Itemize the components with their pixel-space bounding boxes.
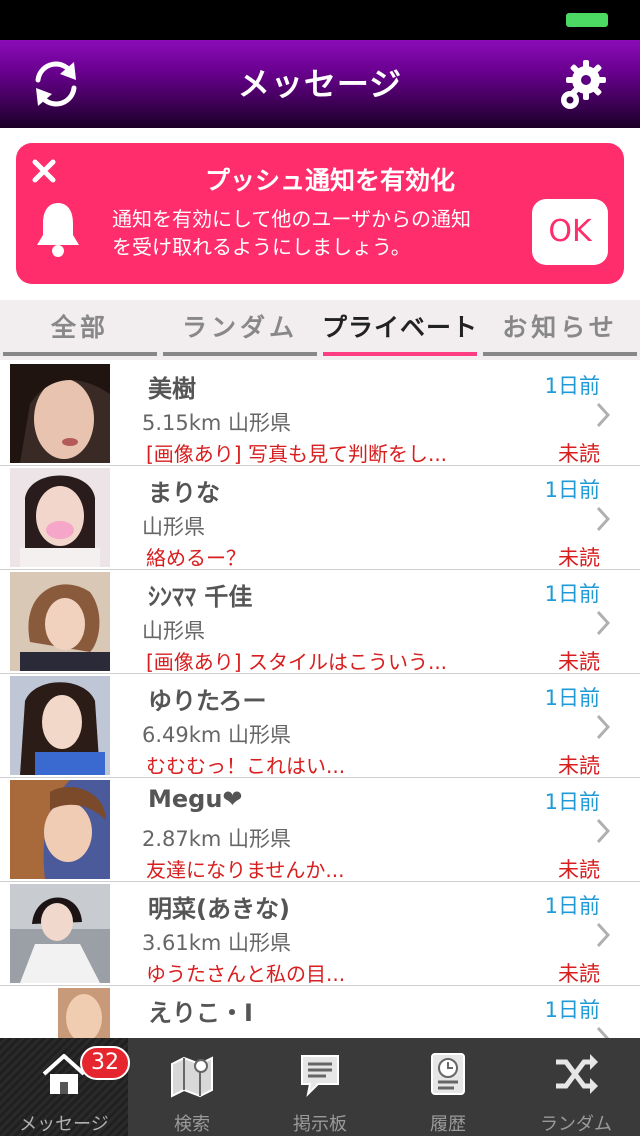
chevron-right-icon [596,714,610,740]
tab-all[interactable]: 全部 [0,300,160,360]
tab-label: 全部 [50,313,109,342]
battery-icon [566,13,608,27]
message-time: 1日前 [544,790,600,814]
tabbar-messages[interactable]: 32 メッセージ [0,1038,130,1136]
message-preview: [画像あり] スタイルはこういう... [146,650,448,674]
avatar [10,572,110,671]
sender-name: まりな [148,479,220,507]
history-icon [431,1053,465,1095]
banner-text-line2: を受け取れるようにしましょう。 [112,235,411,259]
list-item[interactable]: 美樹 1日前 5.15km 山形県 [画像あり] 写真も見て判断をし... 未読 [0,362,640,466]
bottom-tab-bar: 32 メッセージ 検索 掲示板 履歴 ランダム [0,1038,640,1136]
sender-name: えりこ・I [148,999,253,1027]
message-list: 美樹 1日前 5.15km 山形県 [画像あり] 写真も見て判断をし... 未読… [0,362,640,1038]
sender-name: Megu❤ [148,785,243,813]
avatar [10,364,110,463]
sender-location: 5.15km 山形県 [142,411,292,435]
shuffle-icon [556,1054,598,1094]
message-preview: ゆうたさんと私の目... [146,962,346,986]
chevron-right-icon [596,610,610,636]
chevron-right-icon [596,402,610,428]
sender-location: 3.61km 山形県 [142,931,292,955]
avatar [10,780,110,879]
chevron-right-icon [596,1026,610,1038]
push-notification-banner: プッシュ通知を有効化 通知を有効にして他のユーザからの通知 を受け取れるようにし… [16,143,624,284]
chevron-right-icon [596,818,610,844]
sender-location: 6.49km 山形県 [142,723,292,747]
nav-bar: メッセージ [0,40,640,128]
tabbar-label: 履歴 [430,1114,466,1135]
message-preview: [画像あり] 写真も見て判断をし... [146,442,448,466]
avatar [10,884,110,983]
tab-random[interactable]: ランダム [160,300,320,360]
bell-icon [37,203,79,257]
page-title: メッセージ [237,65,403,103]
message-time: 1日前 [544,894,600,918]
banner-title: プッシュ通知を有効化 [204,166,455,195]
sender-location: 2.87km 山形県 [142,827,292,851]
avatar [10,988,110,1038]
avatar [10,468,110,567]
sender-name: 美樹 [148,375,196,403]
gear-icon[interactable] [556,56,612,112]
tabbar-board[interactable]: 掲示板 [256,1038,384,1136]
message-tabs: 全部 ランダム プライベート お知らせ [0,300,640,360]
list-item[interactable]: えりこ・I 1日前 [0,986,640,1038]
sender-location: 山形県 [142,619,205,643]
chevron-right-icon [596,506,610,532]
tabbar-label: 掲示板 [293,1114,347,1135]
list-item[interactable]: 明菜(あきな) 1日前 3.61km 山形県 ゆうたさんと私の目... 未読 [0,882,640,986]
message-time: 1日前 [544,478,600,502]
unread-label: 未読 [558,754,600,778]
banner-text-line1: 通知を有効にして他のユーザからの通知 [112,207,471,231]
tabbar-label: 検索 [174,1114,210,1135]
message-preview: 友達になりませんか... [146,858,345,882]
list-item[interactable]: Megu❤ 1日前 2.87km 山形県 友達になりませんか... 未読 [0,778,640,882]
tab-private[interactable]: プライベート [320,300,480,360]
unread-label: 未読 [558,442,600,466]
unread-label: 未読 [558,962,600,986]
tabbar-label: ランダム [540,1114,612,1135]
tabbar-label: メッセージ [19,1114,109,1135]
map-icon [171,1056,213,1098]
unread-count-badge: 32 [80,1046,130,1080]
refresh-icon[interactable] [28,56,84,112]
tab-label: プライベート [321,313,478,342]
message-preview: 絡めるー？ [146,546,246,570]
unread-label: 未読 [558,650,600,674]
sender-name: 明菜(あきな) [148,895,290,923]
board-icon [301,1055,339,1098]
sender-name: ゆりたろー [148,687,267,715]
message-preview: むむむっ！これはい... [146,754,346,778]
status-bar [0,0,640,40]
tabbar-random[interactable]: ランダム [512,1038,640,1136]
tab-notices[interactable]: お知らせ [480,300,640,360]
sender-location: 山形県 [142,515,205,539]
tabbar-search[interactable]: 検索 [128,1038,256,1136]
chevron-right-icon [596,922,610,948]
unread-label: 未読 [558,546,600,570]
ok-button[interactable]: OK [532,199,608,265]
list-item[interactable]: ｼﾝﾏﾏ 千佳 1日前 山形県 [画像あり] スタイルはこういう... 未読 [0,570,640,674]
list-item[interactable]: まりな 1日前 山形県 絡めるー？ 未読 [0,466,640,570]
tabbar-history[interactable]: 履歴 [384,1038,512,1136]
banner-text: 通知を有効にして他のユーザからの通知 を受け取れるようにしましょう。 [112,205,532,261]
unread-label: 未読 [558,858,600,882]
message-time: 1日前 [544,374,600,398]
sender-name: ｼﾝﾏﾏ 千佳 [148,583,253,611]
message-time: 1日前 [544,582,600,606]
tab-label: ランダム [181,313,298,342]
message-time: 1日前 [544,998,600,1022]
avatar [10,676,110,775]
list-item[interactable]: ゆりたろー 1日前 6.49km 山形県 むむむっ！これはい... 未読 [0,674,640,778]
message-time: 1日前 [544,686,600,710]
tab-label: お知らせ [502,313,618,342]
